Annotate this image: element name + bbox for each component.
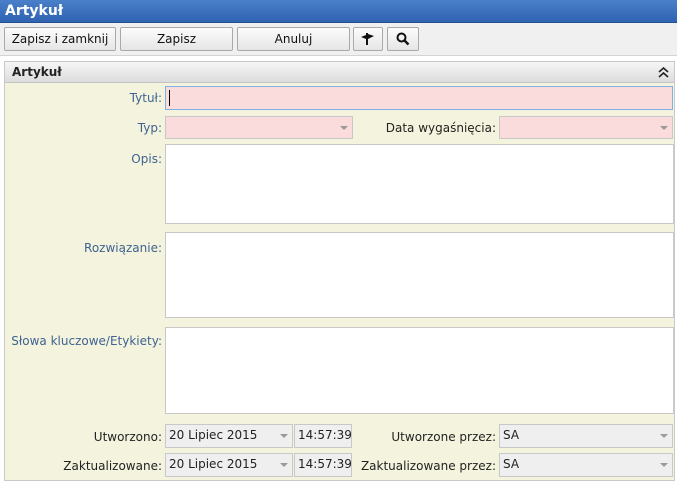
updated-by-value: SA bbox=[503, 457, 520, 471]
created-by-label: Utworzone przez: bbox=[391, 430, 496, 444]
created-time-field[interactable]: 14:57:39 bbox=[294, 424, 352, 448]
created-by-value: SA bbox=[503, 428, 520, 442]
expiry-date-label: Data wygaśnięcia: bbox=[385, 121, 496, 135]
title-input[interactable] bbox=[165, 86, 673, 110]
created-date-value: 20 Lipiec 2015 bbox=[169, 428, 258, 442]
dropdown-arrow-icon bbox=[340, 126, 348, 130]
dropdown-arrow-icon bbox=[660, 434, 668, 438]
dropdown-arrow-icon bbox=[280, 434, 288, 438]
solution-textarea[interactable] bbox=[165, 232, 674, 318]
description-label: Opis: bbox=[131, 152, 162, 166]
dropdown-arrow-icon bbox=[280, 463, 288, 467]
updated-date-value: 20 Lipiec 2015 bbox=[169, 457, 258, 471]
toolbar: Zapisz i zamknij Zapisz Anuluj bbox=[0, 23, 677, 56]
expiry-date-select[interactable] bbox=[499, 116, 673, 139]
updated-label: Zaktualizowane: bbox=[63, 459, 162, 473]
type-label: Typ: bbox=[137, 121, 162, 135]
window-title: Artykuł bbox=[0, 0, 677, 23]
search-button[interactable] bbox=[387, 27, 419, 51]
panel-title: Artykuł bbox=[12, 65, 62, 79]
keywords-textarea[interactable] bbox=[165, 327, 674, 414]
cancel-button[interactable]: Anuluj bbox=[237, 27, 350, 51]
dropdown-arrow-icon bbox=[660, 126, 668, 130]
solution-label: Rozwiązanie: bbox=[84, 241, 162, 255]
updated-date-select[interactable]: 20 Lipiec 2015 bbox=[165, 453, 293, 477]
title-label: Tytuł: bbox=[129, 91, 162, 105]
panel-header[interactable]: Artykuł bbox=[5, 62, 674, 83]
updated-time-field[interactable]: 14:57:39 bbox=[294, 453, 352, 477]
flag-button[interactable] bbox=[353, 27, 383, 51]
created-label: Utworzono: bbox=[93, 430, 162, 444]
created-by-select[interactable]: SA bbox=[499, 424, 673, 448]
text-caret bbox=[169, 90, 170, 106]
collapse-up-icon[interactable] bbox=[658, 67, 669, 78]
updated-by-select[interactable]: SA bbox=[499, 453, 673, 477]
save-and-close-button[interactable]: Zapisz i zamknij bbox=[4, 27, 116, 51]
type-select[interactable] bbox=[165, 116, 353, 139]
keywords-label: Słowa kluczowe/Etykiety: bbox=[11, 334, 162, 348]
updated-by-label: Zaktualizowane przez: bbox=[360, 459, 496, 473]
flag-icon bbox=[361, 33, 374, 45]
description-textarea[interactable] bbox=[165, 144, 674, 224]
save-button[interactable]: Zapisz bbox=[120, 27, 233, 51]
dropdown-arrow-icon bbox=[660, 463, 668, 467]
created-date-select[interactable]: 20 Lipiec 2015 bbox=[165, 424, 293, 448]
search-icon bbox=[396, 32, 410, 46]
